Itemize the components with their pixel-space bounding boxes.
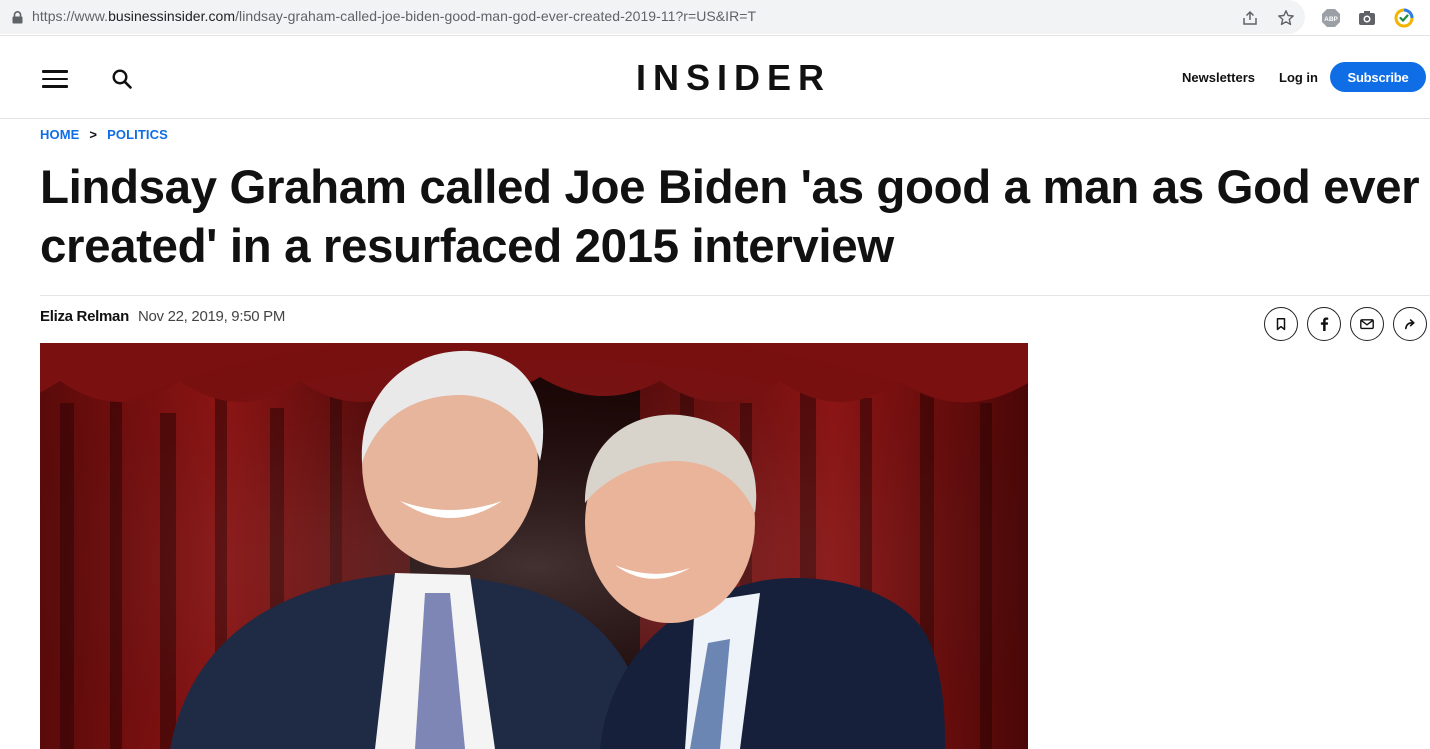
breadcrumb-separator: > [89,127,98,142]
browser-toolbar: https://www.businessinsider.com/lindsay-… [0,0,1430,36]
author-link[interactable]: Eliza Relman [40,308,129,325]
site-header: INSIDER Newsletters Log in Subscribe [0,37,1430,119]
article-photo [40,343,1028,749]
bookmark-star-icon[interactable] [1276,8,1296,28]
newsletters-link[interactable]: Newsletters [1182,70,1255,85]
facebook-icon[interactable] [1307,307,1341,341]
bookmark-icon[interactable] [1264,307,1298,341]
article-headline: Lindsay Graham called Joe Biden 'as good… [40,161,1420,273]
subscribe-button[interactable]: Subscribe [1330,62,1426,92]
share-arrow-icon[interactable] [1393,307,1427,341]
url-host: businessinsider.com [108,8,236,24]
address-bar[interactable]: https://www.businessinsider.com/lindsay-… [0,0,1305,34]
lock-icon[interactable] [12,11,23,24]
extension-icon[interactable] [1394,8,1414,28]
byline-divider [40,295,1430,296]
url-path: /lindsay-graham-called-joe-biden-good-ma… [235,8,757,24]
breadcrumb: HOME > POLITICS [40,127,168,142]
breadcrumb-home-link[interactable]: HOME [40,127,79,142]
svg-text:ABP: ABP [1324,16,1338,23]
camera-icon[interactable] [1357,8,1377,28]
share-page-icon[interactable] [1240,8,1260,28]
publish-date: Nov 22, 2019, 9:50 PM [137,308,286,325]
login-link[interactable]: Log in [1279,70,1318,85]
url-text[interactable]: https://www.businessinsider.com/lindsay-… [32,8,756,24]
email-icon[interactable] [1350,307,1384,341]
url-prefix: https://www. [32,8,109,24]
adblock-icon[interactable]: ABP [1321,8,1341,28]
breadcrumb-section-link[interactable]: POLITICS [107,127,168,142]
byline: Eliza Relman Nov 22, 2019, 9:50 PM [40,308,285,325]
